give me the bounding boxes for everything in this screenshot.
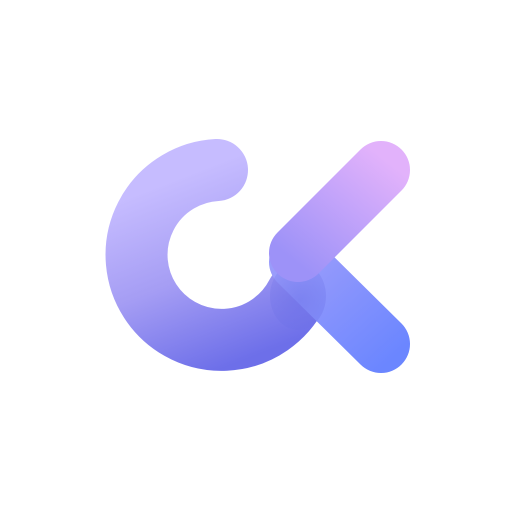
k-upper-arm [269,141,410,282]
ck-monogram-logo-icon [105,139,410,373]
app-icon-canvas [0,0,512,512]
